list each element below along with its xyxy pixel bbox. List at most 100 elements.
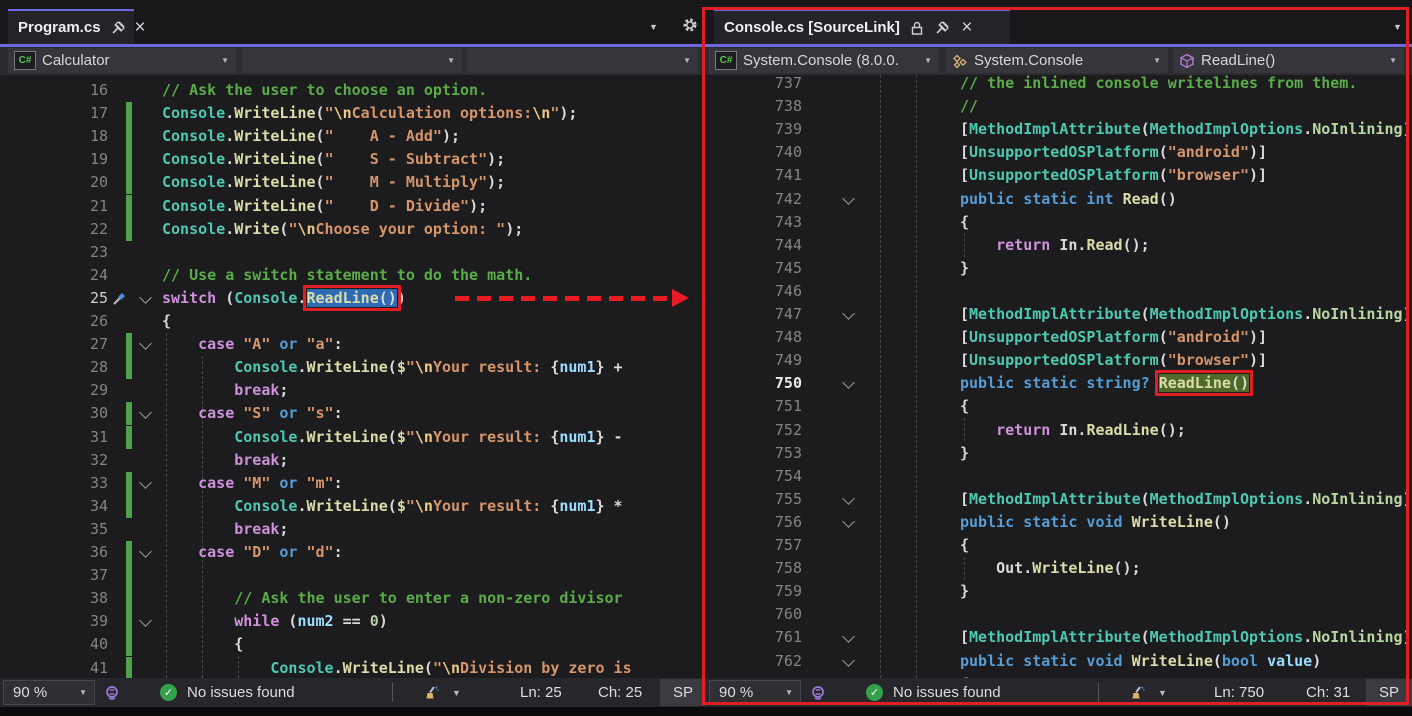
code-text: [UnsupportedOSPlatform("browser")] (960, 164, 1267, 187)
code-line: 756public static void WriteLine() (706, 511, 1412, 534)
code-text: public static void WriteLine(bool value) (960, 650, 1321, 673)
space-mode-label: SP (673, 684, 693, 701)
code-text: Console.WriteLine($"\nYour result: {num1… (162, 426, 623, 449)
line-number: 742 (752, 188, 802, 211)
code-text: case "S" or "s": (162, 402, 343, 425)
fold-chevron-down-icon[interactable] (139, 545, 152, 558)
fold-chevron-down-icon[interactable] (139, 476, 152, 489)
fold-chevron-down-icon[interactable] (842, 631, 855, 644)
nav-dropdown-label: System.Console (8.0.0. (743, 52, 899, 69)
code-line: 747 [MethodImplAttribute(MethodImplOption… (706, 303, 1412, 326)
line-number: 741 (752, 164, 802, 187)
changed-line-indicator (126, 472, 132, 495)
pin-icon[interactable] (110, 20, 126, 36)
chevron-down-icon[interactable]: ▼ (79, 688, 87, 697)
chevron-down-icon[interactable]: ▼ (683, 56, 691, 65)
tab-title: Program.cs (18, 19, 101, 36)
chevron-down-icon[interactable]: ▼ (924, 56, 932, 65)
code-text: [MethodImplAttribute(MethodImplOptions.N… (960, 303, 1412, 326)
nav-dropdown-2[interactable]: ▼ (467, 48, 698, 73)
code-line: 743{ (706, 211, 1412, 234)
changed-line-indicator (126, 333, 132, 356)
code-cleanup-broom-icon[interactable] (1130, 678, 1146, 707)
code-editor: 737// the inlined console writelines fro… (706, 75, 1412, 678)
chevron-down-icon[interactable]: ▼ (1153, 56, 1161, 65)
chevron-down-icon[interactable]: ▼ (1389, 56, 1397, 65)
nav-dropdown-0[interactable]: C#System.Console (8.0.0.▼ (709, 48, 939, 73)
pin-icon[interactable] (934, 20, 950, 36)
code-text: // the inlined console writelines from t… (960, 75, 1357, 95)
intellicode-icon[interactable] (104, 678, 120, 707)
code-line: 754 (706, 465, 1412, 488)
line-number: 21 (58, 195, 108, 218)
nav-dropdown-1[interactable]: System.Console▼ (946, 48, 1168, 73)
chevron-down-icon[interactable]: ▼ (221, 56, 229, 65)
code-line: 31 Console.WriteLine($"\nYour result: {n… (0, 426, 706, 449)
zoom-dropdown[interactable]: 90 %▼ (3, 680, 95, 705)
issues-status: ✓No issues found (866, 678, 1001, 707)
nav-dropdown-0[interactable]: C#Calculator▼ (8, 48, 236, 73)
fold-chevron-down-icon[interactable] (842, 654, 855, 667)
code-text: } (960, 580, 969, 603)
space-mode-indicator[interactable]: SP (1366, 679, 1412, 706)
code-line: 16// Ask the user to choose an option. (0, 79, 706, 102)
line-number: 19 (58, 148, 108, 171)
tab-left[interactable]: Program.cs× (8, 9, 134, 44)
line-number: 745 (752, 257, 802, 280)
fold-chevron-down-icon[interactable] (139, 407, 152, 420)
code-text: Console.WriteLine(" M - Multiply"); (162, 171, 505, 194)
space-mode-label: SP (1379, 684, 1399, 701)
code-line: 744 return In.Read(); (706, 234, 1412, 257)
chevron-down-icon[interactable]: ▼ (785, 688, 793, 697)
fold-chevron-down-icon[interactable] (139, 614, 152, 627)
space-mode-indicator[interactable]: SP (660, 679, 706, 706)
code-line: 20Console.WriteLine(" M - Multiply"); (0, 171, 706, 194)
code-cleanup-chevron-down-icon[interactable]: ▼ (1158, 678, 1167, 707)
chevron-down-icon[interactable]: ▼ (447, 56, 455, 65)
nav-dropdown-2[interactable]: ReadLine()▼ (1173, 48, 1404, 73)
tab-right[interactable]: Console.cs [SourceLink]× (714, 9, 1010, 44)
csharp-file-icon: C# (14, 51, 36, 70)
fold-chevron-down-icon[interactable] (842, 515, 855, 528)
annotation-arrow (455, 296, 673, 301)
code-line: 748[UnsupportedOSPlatform("android")] (706, 326, 1412, 349)
line-number: 38 (58, 587, 108, 610)
quick-fix-screwdriver-icon[interactable] (112, 291, 128, 307)
changed-line-indicator (126, 564, 132, 587)
code-cleanup-broom-icon[interactable] (424, 678, 440, 707)
changed-line-indicator (126, 495, 132, 518)
line-number: 36 (58, 541, 108, 564)
code-line: 759} (706, 580, 1412, 603)
line-number: 743 (752, 211, 802, 234)
fold-chevron-down-icon[interactable] (842, 376, 855, 389)
tab-list-chevron-down-icon[interactable]: ▼ (1393, 22, 1402, 32)
code-line: 742public static int Read() (706, 188, 1412, 211)
line-number: 747 (752, 303, 802, 326)
tab-strip: Console.cs [SourceLink]× ▼ (706, 0, 1412, 44)
fold-chevron-down-icon[interactable] (139, 337, 152, 350)
changed-line-indicator (126, 426, 132, 449)
code-text: Console.WriteLine(" A - Add"); (162, 125, 460, 148)
changed-line-indicator (126, 657, 132, 679)
tab-list-chevron-down-icon[interactable]: ▼ (649, 22, 658, 32)
code-text: } (960, 257, 969, 280)
line-number: 29 (58, 379, 108, 402)
line-number: 754 (752, 465, 802, 488)
line-number: 759 (752, 580, 802, 603)
code-line: 745} (706, 257, 1412, 280)
close-icon[interactable]: × (959, 20, 975, 36)
zoom-dropdown[interactable]: 90 %▼ (709, 680, 801, 705)
nav-dropdown-1[interactable]: ▼ (242, 48, 462, 73)
fold-chevron-down-icon[interactable] (842, 307, 855, 320)
changed-line-indicator (126, 633, 132, 656)
gear-icon[interactable] (682, 17, 698, 33)
fold-chevron-down-icon[interactable] (842, 192, 855, 205)
code-line: 737// the inlined console writelines fro… (706, 75, 1412, 95)
fold-chevron-down-icon[interactable] (842, 492, 855, 505)
close-icon[interactable]: × (135, 20, 146, 36)
intellicode-icon[interactable] (810, 678, 826, 707)
fold-chevron-down-icon[interactable] (139, 291, 152, 304)
code-cleanup-chevron-down-icon[interactable]: ▼ (452, 678, 461, 707)
code-text: while (num2 == 0) (162, 610, 388, 633)
line-number: 16 (58, 79, 108, 102)
